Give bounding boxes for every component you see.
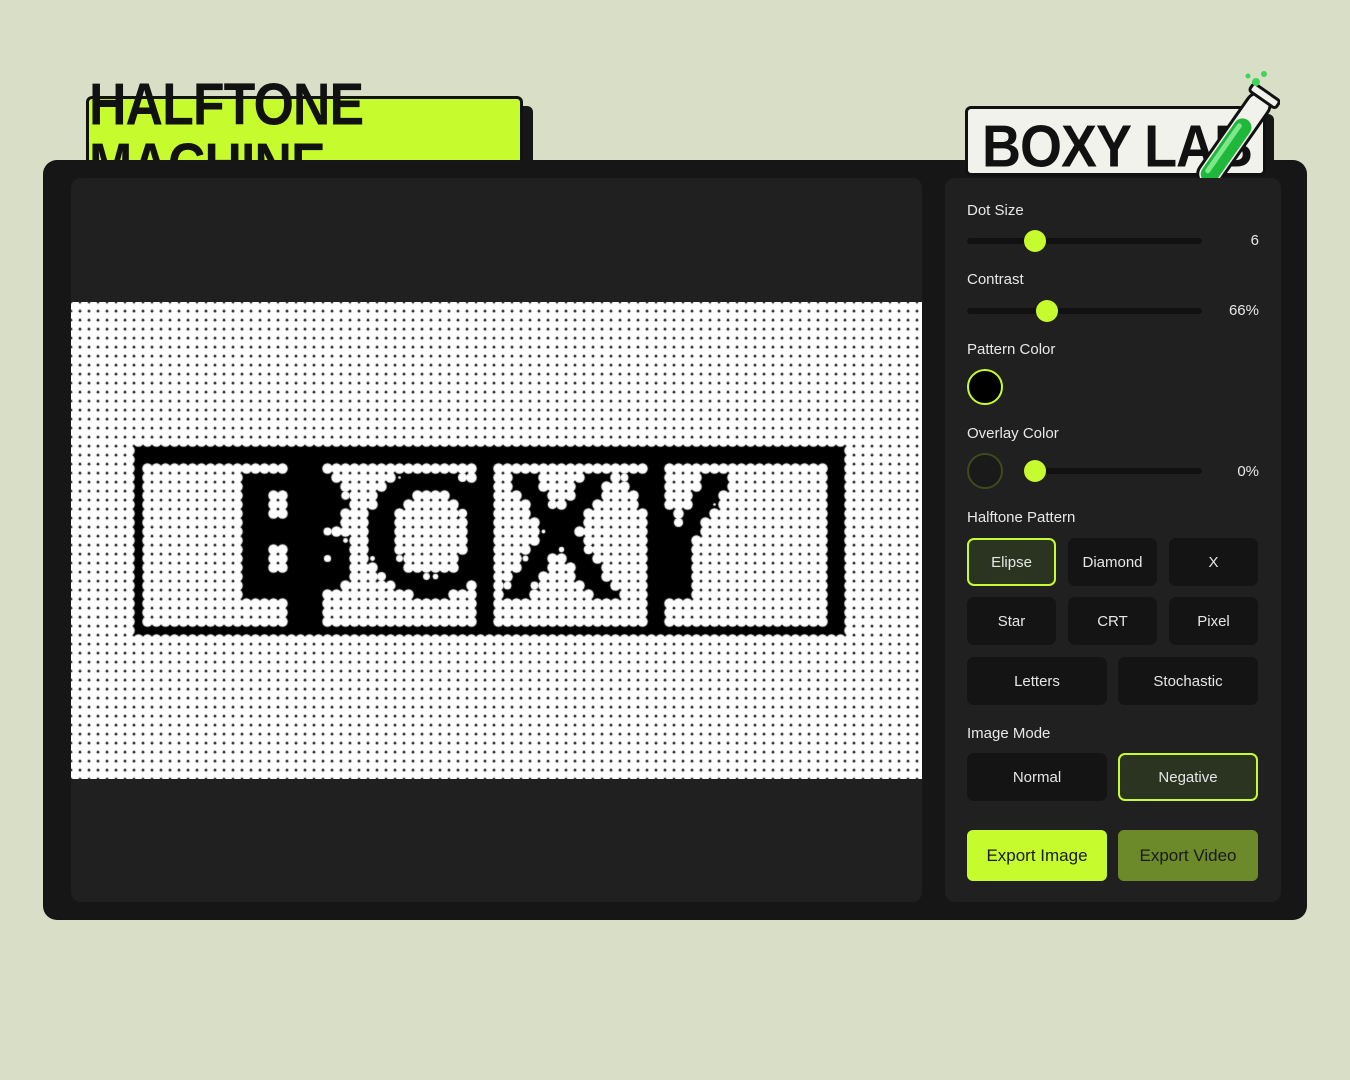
pattern-x-button[interactable]: X — [1169, 538, 1258, 586]
controls-panel: Dot Size 6 Contrast 66% Pattern Color Ov… — [945, 178, 1281, 902]
export-video-button[interactable]: Export Video — [1118, 830, 1258, 881]
pattern-color-label: Pattern Color — [967, 341, 1056, 358]
halftone-preview-canvas[interactable] — [71, 302, 922, 779]
overlay-color-label: Overlay Color — [967, 425, 1059, 442]
contrast-slider[interactable] — [967, 300, 1202, 322]
pattern-pixel-button[interactable]: Pixel — [1169, 597, 1258, 645]
export-image-button[interactable]: Export Image — [967, 830, 1107, 881]
pattern-letters-button[interactable]: Letters — [967, 657, 1107, 705]
image-mode-label: Image Mode — [967, 725, 1051, 742]
image-mode-negative-button[interactable]: Negative — [1118, 753, 1258, 801]
pattern-stochastic-button[interactable]: Stochastic — [1118, 657, 1258, 705]
overlay-opacity-value: 0% — [1237, 463, 1259, 480]
image-mode-normal-button[interactable]: Normal — [967, 753, 1107, 801]
contrast-slider-thumb[interactable] — [1035, 300, 1058, 322]
dot-size-value: 6 — [1250, 232, 1259, 249]
pattern-diamond-button[interactable]: Diamond — [1068, 538, 1157, 586]
preview-panel — [71, 178, 922, 902]
pattern-star-button[interactable]: Star — [967, 597, 1056, 645]
overlay-color-swatch[interactable] — [967, 453, 1003, 489]
pattern-color-swatch[interactable] — [967, 369, 1003, 405]
contrast-label: Contrast — [967, 271, 1024, 288]
overlay-opacity-slider[interactable] — [1024, 460, 1202, 482]
overlay-opacity-slider-thumb[interactable] — [1024, 460, 1046, 482]
dot-size-slider[interactable] — [967, 230, 1202, 252]
halftone-pattern-label: Halftone Pattern — [967, 509, 1076, 526]
pattern-elipse-button[interactable]: Elipse — [967, 538, 1056, 586]
dot-size-slider-thumb[interactable] — [1024, 230, 1047, 252]
dot-size-label: Dot Size — [967, 202, 1024, 219]
pattern-crt-button[interactable]: CRT — [1068, 597, 1157, 645]
contrast-value: 66% — [1228, 302, 1259, 319]
